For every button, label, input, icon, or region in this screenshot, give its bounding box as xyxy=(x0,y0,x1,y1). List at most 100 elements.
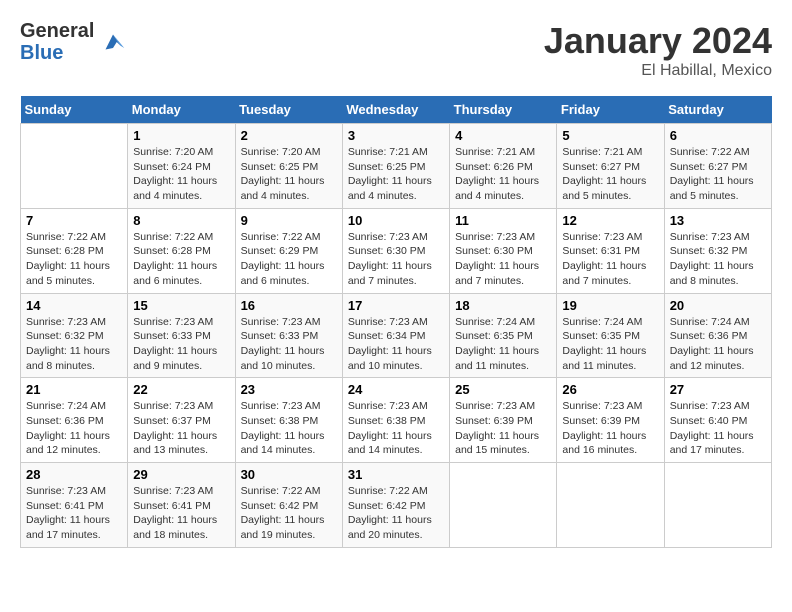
day-cell xyxy=(557,463,664,548)
day-info: Sunrise: 7:21 AMSunset: 6:25 PMDaylight:… xyxy=(348,145,444,204)
day-cell: 9 Sunrise: 7:22 AMSunset: 6:29 PMDaylight… xyxy=(235,208,342,293)
day-number: 17 xyxy=(348,298,444,313)
title-block: January 2024 El Habillal, Mexico xyxy=(544,20,772,80)
day-cell: 15 Sunrise: 7:23 AMSunset: 6:33 PMDayligh… xyxy=(128,293,235,378)
day-number: 11 xyxy=(455,213,551,228)
day-cell: 30Sunrise: 7:22 AMSunset: 6:42 PMDayligh… xyxy=(235,463,342,548)
day-cell: 27 Sunrise: 7:23 AMSunset: 6:40 PMDayligh… xyxy=(664,378,771,463)
header-row: SundayMondayTuesdayWednesdayThursdayFrid… xyxy=(21,96,772,124)
day-cell: 25 Sunrise: 7:23 AMSunset: 6:39 PMDayligh… xyxy=(450,378,557,463)
day-number: 5 xyxy=(562,128,658,143)
day-cell: 21 Sunrise: 7:24 AMSunset: 6:36 PMDayligh… xyxy=(21,378,128,463)
day-cell: 23 Sunrise: 7:23 AMSunset: 6:38 PMDayligh… xyxy=(235,378,342,463)
day-number: 3 xyxy=(348,128,444,143)
day-info: Sunrise: 7:22 AMSunset: 6:28 PMDaylight:… xyxy=(26,230,122,289)
day-cell: 29 Sunrise: 7:23 AMSunset: 6:41 PMDayligh… xyxy=(128,463,235,548)
day-cell: 5 Sunrise: 7:21 AMSunset: 6:27 PMDaylight… xyxy=(557,124,664,209)
day-cell xyxy=(664,463,771,548)
day-number: 9 xyxy=(241,213,337,228)
day-info: Sunrise: 7:23 AMSunset: 6:33 PMDaylight:… xyxy=(133,315,229,374)
day-number: 23 xyxy=(241,382,337,397)
day-cell: 4 Sunrise: 7:21 AMSunset: 6:26 PMDaylight… xyxy=(450,124,557,209)
day-info: Sunrise: 7:24 AMSunset: 6:36 PMDaylight:… xyxy=(26,399,122,458)
logo: General Blue xyxy=(20,20,128,64)
day-number: 14 xyxy=(26,298,122,313)
day-number: 1 xyxy=(133,128,229,143)
day-number: 10 xyxy=(348,213,444,228)
day-number: 19 xyxy=(562,298,658,313)
day-info: Sunrise: 7:22 AMSunset: 6:29 PMDaylight:… xyxy=(241,230,337,289)
day-cell: 11Sunrise: 7:23 AMSunset: 6:30 PMDayligh… xyxy=(450,208,557,293)
day-number: 8 xyxy=(133,213,229,228)
page-header: General Blue January 2024 El Habillal, M… xyxy=(20,20,772,80)
day-cell: 17Sunrise: 7:23 AMSunset: 6:34 PMDayligh… xyxy=(342,293,449,378)
week-row-2: 7 Sunrise: 7:22 AMSunset: 6:28 PMDaylight… xyxy=(21,208,772,293)
day-info: Sunrise: 7:22 AMSunset: 6:27 PMDaylight:… xyxy=(670,145,766,204)
day-number: 24 xyxy=(348,382,444,397)
day-info: Sunrise: 7:21 AMSunset: 6:26 PMDaylight:… xyxy=(455,145,551,204)
day-number: 28 xyxy=(26,467,122,482)
day-cell: 20 Sunrise: 7:24 AMSunset: 6:36 PMDayligh… xyxy=(664,293,771,378)
day-cell: 24Sunrise: 7:23 AMSunset: 6:38 PMDayligh… xyxy=(342,378,449,463)
day-number: 12 xyxy=(562,213,658,228)
day-cell: 28 Sunrise: 7:23 AMSunset: 6:41 PMDayligh… xyxy=(21,463,128,548)
day-info: Sunrise: 7:23 AMSunset: 6:33 PMDaylight:… xyxy=(241,315,337,374)
day-number: 16 xyxy=(241,298,337,313)
logo-blue: Blue xyxy=(20,42,94,64)
col-header-monday: Monday xyxy=(128,96,235,124)
day-cell xyxy=(450,463,557,548)
day-info: Sunrise: 7:23 AMSunset: 6:32 PMDaylight:… xyxy=(26,315,122,374)
day-cell: 3 Sunrise: 7:21 AMSunset: 6:25 PMDaylight… xyxy=(342,124,449,209)
day-info: Sunrise: 7:23 AMSunset: 6:41 PMDaylight:… xyxy=(133,484,229,543)
day-number: 29 xyxy=(133,467,229,482)
day-cell: 6 Sunrise: 7:22 AMSunset: 6:27 PMDaylight… xyxy=(664,124,771,209)
day-info: Sunrise: 7:21 AMSunset: 6:27 PMDaylight:… xyxy=(562,145,658,204)
day-info: Sunrise: 7:23 AMSunset: 6:40 PMDaylight:… xyxy=(670,399,766,458)
day-info: Sunrise: 7:23 AMSunset: 6:41 PMDaylight:… xyxy=(26,484,122,543)
day-cell: 22Sunrise: 7:23 AMSunset: 6:37 PMDayligh… xyxy=(128,378,235,463)
col-header-sunday: Sunday xyxy=(21,96,128,124)
day-number: 6 xyxy=(670,128,766,143)
day-cell: 13Sunrise: 7:23 AMSunset: 6:32 PMDayligh… xyxy=(664,208,771,293)
day-cell: 2 Sunrise: 7:20 AMSunset: 6:25 PMDaylight… xyxy=(235,124,342,209)
day-cell: 7 Sunrise: 7:22 AMSunset: 6:28 PMDaylight… xyxy=(21,208,128,293)
day-number: 18 xyxy=(455,298,551,313)
week-row-3: 14 Sunrise: 7:23 AMSunset: 6:32 PMDayligh… xyxy=(21,293,772,378)
day-number: 25 xyxy=(455,382,551,397)
day-number: 27 xyxy=(670,382,766,397)
day-number: 4 xyxy=(455,128,551,143)
day-info: Sunrise: 7:23 AMSunset: 6:39 PMDaylight:… xyxy=(455,399,551,458)
day-number: 20 xyxy=(670,298,766,313)
day-number: 21 xyxy=(26,382,122,397)
day-cell: 12 Sunrise: 7:23 AMSunset: 6:31 PMDayligh… xyxy=(557,208,664,293)
day-cell: 26 Sunrise: 7:23 AMSunset: 6:39 PMDayligh… xyxy=(557,378,664,463)
day-number: 7 xyxy=(26,213,122,228)
logo-general: General xyxy=(20,20,94,42)
day-info: Sunrise: 7:24 AMSunset: 6:36 PMDaylight:… xyxy=(670,315,766,374)
day-cell: 16 Sunrise: 7:23 AMSunset: 6:33 PMDayligh… xyxy=(235,293,342,378)
day-cell: 19 Sunrise: 7:24 AMSunset: 6:35 PMDayligh… xyxy=(557,293,664,378)
location-subtitle: El Habillal, Mexico xyxy=(544,62,772,80)
day-number: 31 xyxy=(348,467,444,482)
day-info: Sunrise: 7:23 AMSunset: 6:39 PMDaylight:… xyxy=(562,399,658,458)
day-number: 26 xyxy=(562,382,658,397)
day-info: Sunrise: 7:23 AMSunset: 6:31 PMDaylight:… xyxy=(562,230,658,289)
day-cell: 10 Sunrise: 7:23 AMSunset: 6:30 PMDayligh… xyxy=(342,208,449,293)
week-row-5: 28 Sunrise: 7:23 AMSunset: 6:41 PMDayligh… xyxy=(21,463,772,548)
col-header-wednesday: Wednesday xyxy=(342,96,449,124)
week-row-4: 21 Sunrise: 7:24 AMSunset: 6:36 PMDayligh… xyxy=(21,378,772,463)
col-header-tuesday: Tuesday xyxy=(235,96,342,124)
day-info: Sunrise: 7:20 AMSunset: 6:24 PMDaylight:… xyxy=(133,145,229,204)
day-info: Sunrise: 7:23 AMSunset: 6:30 PMDaylight:… xyxy=(348,230,444,289)
day-number: 15 xyxy=(133,298,229,313)
day-cell: 18 Sunrise: 7:24 AMSunset: 6:35 PMDayligh… xyxy=(450,293,557,378)
day-info: Sunrise: 7:20 AMSunset: 6:25 PMDaylight:… xyxy=(241,145,337,204)
day-number: 13 xyxy=(670,213,766,228)
day-info: Sunrise: 7:24 AMSunset: 6:35 PMDaylight:… xyxy=(455,315,551,374)
day-info: Sunrise: 7:22 AMSunset: 6:42 PMDaylight:… xyxy=(241,484,337,543)
day-info: Sunrise: 7:24 AMSunset: 6:35 PMDaylight:… xyxy=(562,315,658,374)
day-info: Sunrise: 7:23 AMSunset: 6:38 PMDaylight:… xyxy=(241,399,337,458)
day-number: 2 xyxy=(241,128,337,143)
day-cell: 31Sunrise: 7:22 AMSunset: 6:42 PMDayligh… xyxy=(342,463,449,548)
day-number: 22 xyxy=(133,382,229,397)
